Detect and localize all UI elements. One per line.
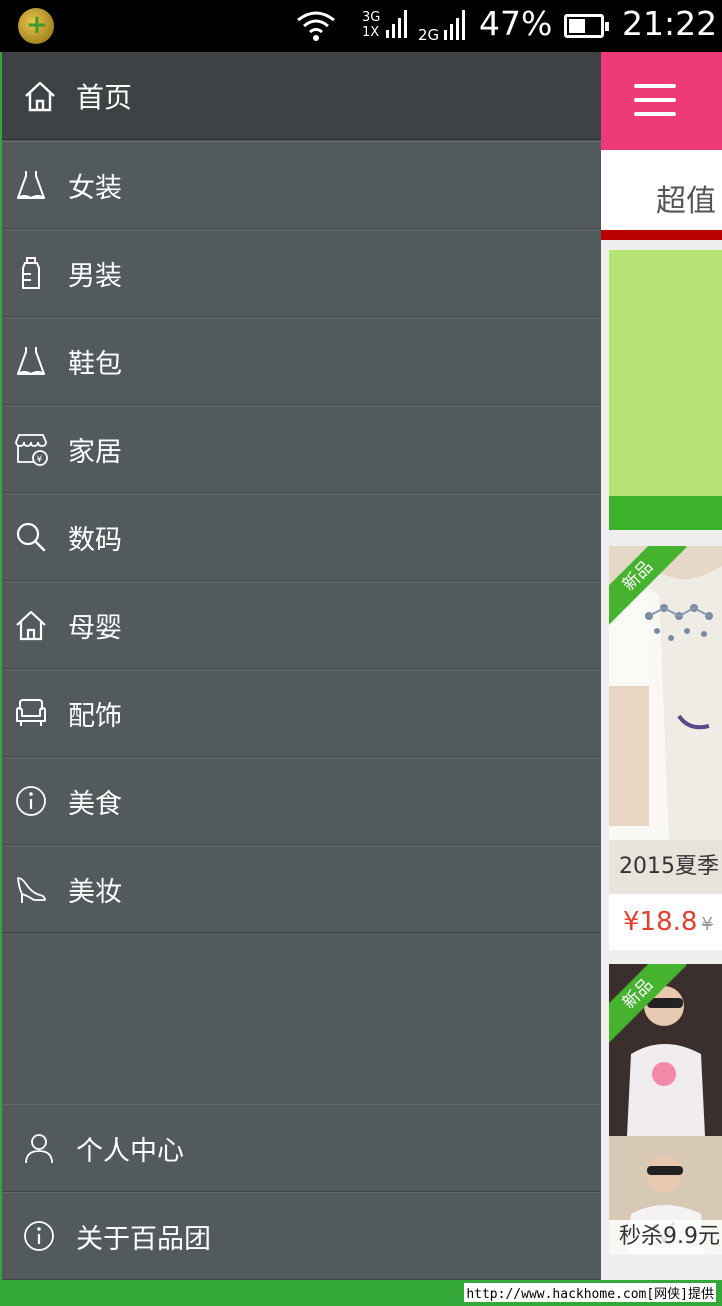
drawer-item-about[interactable]: 关于百品团	[2, 1192, 601, 1280]
account-menu: 个人中心 关于百品团	[2, 1104, 601, 1280]
status-bar: 3G 1X 2G 47% 21:22	[0, 0, 722, 52]
drawer-item-beauty[interactable]: 美妆	[2, 845, 601, 933]
drawer-item-label: 数码	[68, 524, 122, 556]
wifi-icon	[297, 11, 335, 41]
product-card[interactable]: 新品 2015夏季 ¥18.8 ¥	[609, 546, 722, 950]
drawer-item-label: 美食	[68, 788, 122, 820]
watermark: http://www.hackhome.com[网侠]提供	[464, 1283, 716, 1302]
bottle-icon	[22, 257, 40, 289]
drawer-item-home[interactable]: 首页	[2, 52, 601, 140]
info-icon	[24, 1221, 54, 1251]
drawer-item-women[interactable]: 女装	[2, 141, 601, 229]
drawer-item-digital[interactable]: 数码	[2, 493, 601, 581]
drawer-item-label: 家居	[68, 436, 122, 468]
drawer-item-shoes-bags[interactable]: 鞋包	[2, 317, 601, 405]
product-title: 2015夏季	[609, 840, 722, 894]
menu-icon-bar	[634, 84, 676, 88]
menu-icon-bar	[634, 112, 676, 116]
product-image: 新品	[609, 964, 722, 1254]
signal-bars-icon	[386, 10, 407, 38]
clock: 21:22	[622, 4, 718, 43]
home-icon	[25, 81, 55, 111]
drawer-item-accessories[interactable]: 配饰	[2, 669, 601, 757]
search-icon	[16, 522, 46, 552]
sofa-icon	[16, 699, 46, 726]
drawer-item-label: 美妆	[68, 876, 122, 908]
product-card[interactable]: 新品 秒杀9.9元	[609, 964, 722, 1254]
dress-icon	[17, 171, 45, 200]
category-menu: 女装 男装 鞋包 ¥ 家居 数码 母婴 配饰 美食 美妆	[2, 141, 601, 933]
main-content: 超值 新品 2015夏季 ¥18.8 ¥ 新品 秒杀9.9元	[601, 52, 722, 1280]
network-indicator-2: 2G	[418, 26, 440, 44]
drawer-item-profile[interactable]: 个人中心	[2, 1104, 601, 1192]
high-heel-icon	[17, 877, 46, 903]
product-title: 秒杀9.9元	[609, 1220, 722, 1254]
drawer-item-label: 男装	[68, 260, 122, 292]
drawer-item-label: 母婴	[68, 612, 122, 644]
tab-deals[interactable]: 超值	[656, 176, 716, 220]
battery-percent: 47%	[479, 4, 553, 43]
store-icon: ¥	[15, 434, 48, 466]
drawer-item-label: 鞋包	[68, 348, 122, 380]
drawer-item-food[interactable]: 美食	[2, 757, 601, 845]
drawer-item-label: 关于百品团	[76, 1223, 211, 1255]
drawer-item-men[interactable]: 男装	[2, 229, 601, 317]
promo-banner[interactable]	[609, 250, 722, 530]
drawer-item-label: 首页	[76, 80, 133, 114]
svg-text:¥: ¥	[37, 455, 43, 465]
tab-indicator	[601, 230, 722, 240]
network-indicator-1: 3G 1X	[362, 10, 381, 40]
dress-icon	[17, 347, 45, 376]
signal-bars-icon	[444, 10, 465, 40]
drawer-item-label: 个人中心	[76, 1135, 184, 1167]
product-price: ¥18.8 ¥	[609, 894, 722, 950]
menu-button[interactable]	[601, 52, 722, 150]
navigation-drawer: 首页 女装 男装 鞋包 ¥ 家居 数码 母婴 配饰 美食 美妆 个人中心 关于百…	[0, 52, 601, 1280]
drawer-item-label: 配饰	[68, 700, 122, 732]
drawer-item-baby[interactable]: 母婴	[2, 581, 601, 669]
product-image: 新品	[609, 546, 722, 840]
drawer-item-label: 女装	[68, 172, 122, 204]
drawer-item-home-living[interactable]: ¥ 家居	[2, 405, 601, 493]
menu-icon-bar	[634, 98, 676, 102]
price-current: ¥18.8	[623, 907, 698, 937]
category-tab-bar: 超值	[601, 150, 722, 230]
user-icon	[25, 1134, 53, 1164]
info-icon	[16, 786, 46, 816]
app-notification-icon	[18, 8, 54, 44]
price-original: ¥	[701, 914, 713, 935]
battery-icon	[564, 14, 609, 38]
home-icon	[16, 610, 46, 641]
